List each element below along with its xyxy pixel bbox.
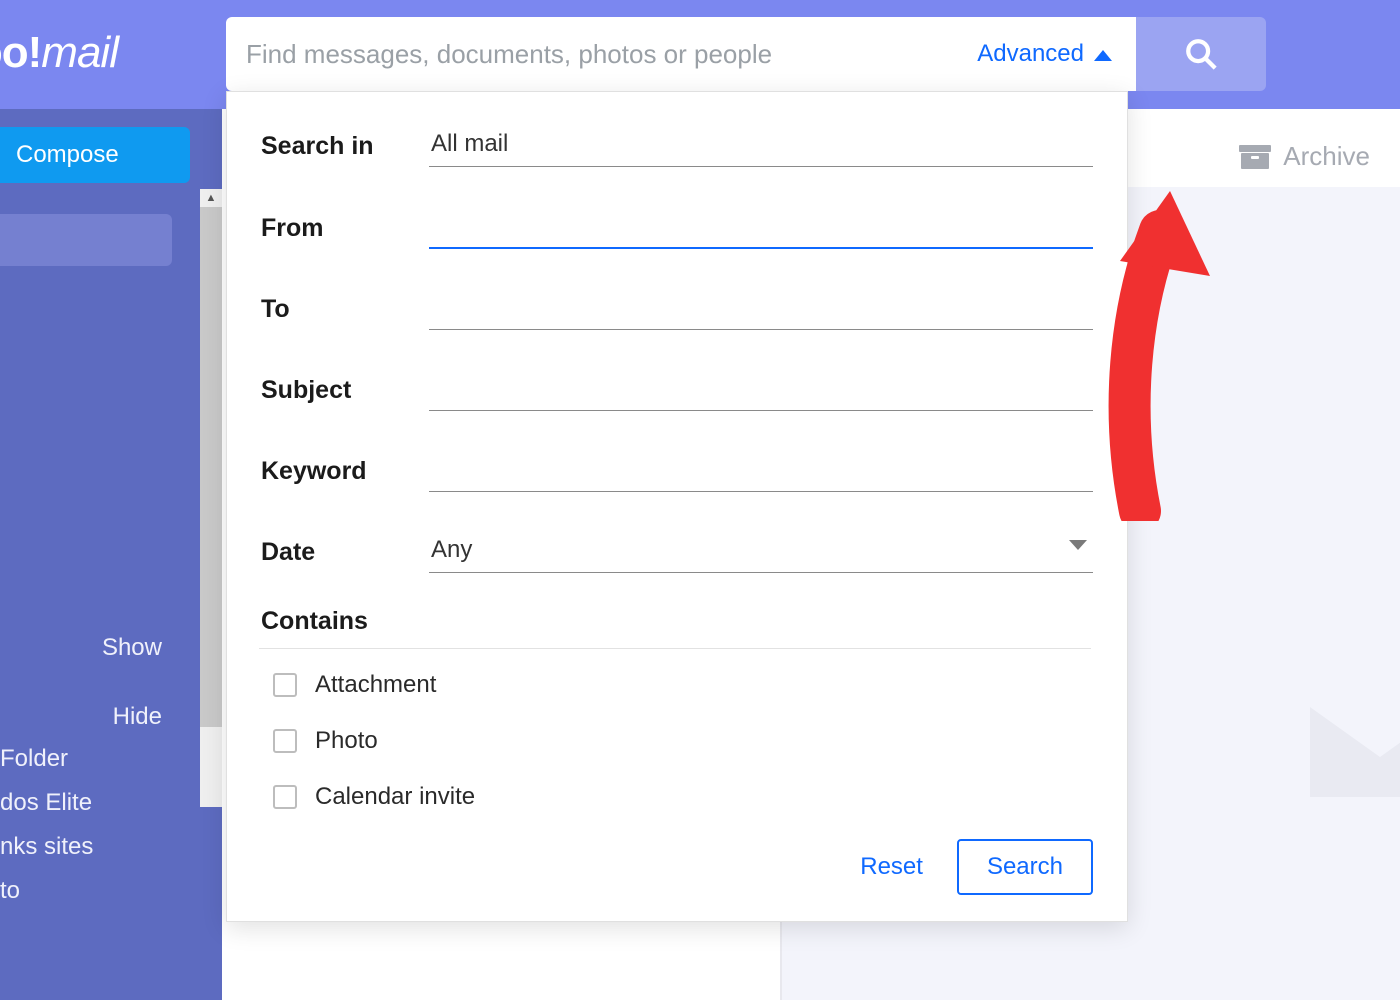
advanced-toggle[interactable]: Advanced <box>977 40 1112 68</box>
sidebar-show[interactable]: Show <box>0 634 162 662</box>
field-date: Date Any <box>261 532 1093 573</box>
reset-button[interactable]: Reset <box>860 853 923 881</box>
contains-calendar[interactable]: Calendar invite <box>273 783 1093 811</box>
contains-photo[interactable]: Photo <box>273 727 1093 755</box>
label-to: To <box>261 295 429 330</box>
contains-attachment-label: Attachment <box>315 671 436 699</box>
checkbox-icon <box>273 729 297 753</box>
compose-label: Compose <box>16 141 119 169</box>
scroll-up-icon: ▲ <box>200 189 222 207</box>
search-in-select[interactable]: All mail <box>429 126 1093 167</box>
field-from: From <box>261 207 1093 249</box>
contains-calendar-label: Calendar invite <box>315 783 475 811</box>
label-search-in: Search in <box>261 132 429 167</box>
label-contains: Contains <box>261 607 1093 636</box>
sidebar-scrollbar[interactable]: ▲ <box>200 207 222 807</box>
contains-divider <box>259 648 1091 649</box>
search-input[interactable] <box>246 39 977 70</box>
to-input[interactable] <box>429 289 1093 330</box>
label-date: Date <box>261 538 429 573</box>
sidebar-folder-0[interactable]: Folder <box>0 745 68 773</box>
archive-button[interactable]: Archive <box>1239 141 1370 172</box>
scroll-thumb[interactable] <box>200 207 222 727</box>
empty-envelope-icon <box>1300 667 1400 827</box>
field-search-in: Search in All mail <box>261 126 1093 167</box>
contains-photo-label: Photo <box>315 727 378 755</box>
sidebar-folder-3[interactable]: to <box>0 877 20 905</box>
advanced-label: Advanced <box>977 40 1084 68</box>
search-button[interactable] <box>1136 17 1266 91</box>
caret-down-icon <box>1069 540 1087 550</box>
checkbox-icon <box>273 785 297 809</box>
brand-logo: hoo!mail <box>0 28 118 78</box>
advanced-search-button[interactable]: Search <box>957 839 1093 895</box>
field-subject: Subject <box>261 370 1093 411</box>
date-value: Any <box>431 536 472 563</box>
label-keyword: Keyword <box>261 457 429 492</box>
chevron-up-icon <box>1094 50 1112 61</box>
from-input[interactable] <box>429 207 1093 249</box>
panel-actions: Reset Search <box>261 839 1093 895</box>
contains-attachment[interactable]: Attachment <box>273 671 1093 699</box>
archive-icon <box>1239 145 1271 169</box>
date-select[interactable]: Any <box>429 532 1093 573</box>
compose-button[interactable]: Compose <box>0 127 190 183</box>
advanced-search-panel: Search in All mail From To Subject Keywo… <box>226 91 1128 922</box>
search-bar: Advanced <box>226 17 1266 91</box>
keyword-input[interactable] <box>429 451 1093 492</box>
sidebar-folder-2[interactable]: nks sites <box>0 833 93 861</box>
sidebar-selected-folder[interactable] <box>0 214 172 266</box>
archive-label: Archive <box>1283 141 1370 172</box>
field-keyword: Keyword <box>261 451 1093 492</box>
checkbox-icon <box>273 673 297 697</box>
brand-left: hoo! <box>0 28 41 77</box>
sidebar: Compose Show Hide Folder dos Elite nks s… <box>0 109 200 1000</box>
subject-input[interactable] <box>429 370 1093 411</box>
search-box: Advanced <box>226 17 1136 91</box>
search-in-value: All mail <box>431 130 508 157</box>
search-icon <box>1184 37 1218 71</box>
field-to: To <box>261 289 1093 330</box>
label-from: From <box>261 214 429 249</box>
sidebar-folder-1[interactable]: dos Elite <box>0 789 92 817</box>
sidebar-hide[interactable]: Hide <box>0 703 162 731</box>
brand-right: mail <box>41 28 118 77</box>
label-subject: Subject <box>261 376 429 411</box>
